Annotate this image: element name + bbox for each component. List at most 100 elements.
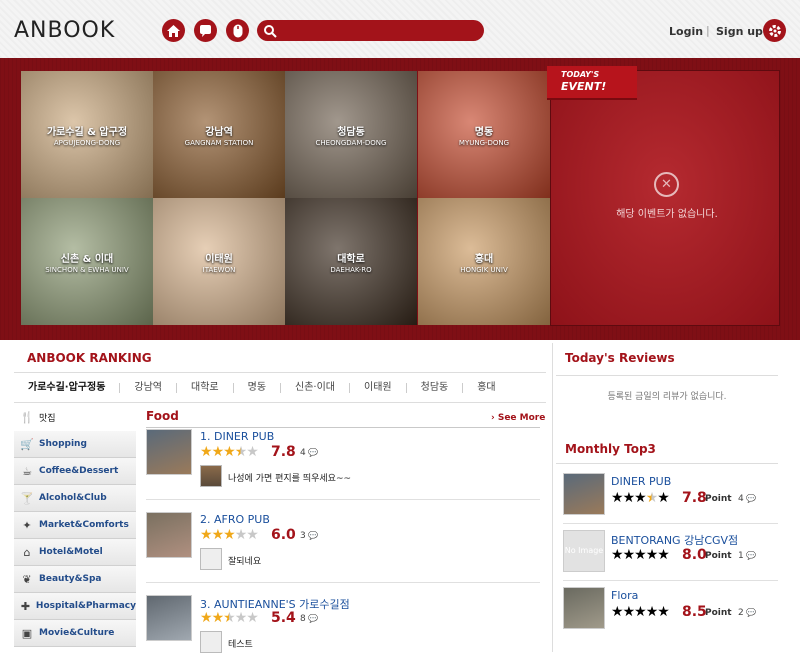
event-ribbon: TODAY'S EVENT! <box>547 66 637 100</box>
category-item[interactable]: ✦ Market&Comforts <box>14 512 136 539</box>
comment-icon: 💬 <box>305 531 319 540</box>
rating-score: 5.4 <box>271 610 296 626</box>
avatar <box>200 548 222 570</box>
category-label: Beauty&Spa <box>39 574 102 584</box>
column-divider <box>552 343 553 652</box>
restaurant-thumbnail[interactable]: No Image <box>563 530 605 572</box>
area-tile[interactable]: 이태원 ITAEWON <box>153 198 285 325</box>
area-name-en: HONGIK UNIV <box>460 265 508 274</box>
category-item[interactable]: ❦ Beauty&Spa <box>14 566 136 593</box>
star-rating: ★★★★★ <box>611 547 670 563</box>
category-label: 맛집 <box>39 414 56 424</box>
area-name: 가로수길 & 압구정 <box>46 126 128 138</box>
divider <box>14 372 546 373</box>
review-count: 4 💬 <box>300 448 318 458</box>
area-name: 강남역 <box>205 126 233 138</box>
point-label: Point <box>705 551 732 561</box>
home-icon[interactable] <box>162 19 185 42</box>
comment-icon: 💬 <box>305 448 319 457</box>
area-tile[interactable]: 청담동 CHEONGDAM-DONG <box>285 71 417 198</box>
avatar <box>200 465 222 487</box>
area-tile[interactable]: 홍대 HONGIK UNIV <box>418 198 550 325</box>
search-icon[interactable] <box>263 23 277 42</box>
comment-icon: 💬 <box>743 608 757 617</box>
comment-icon: 💬 <box>305 614 319 623</box>
see-more-link[interactable]: › See More <box>491 413 545 423</box>
restaurant-thumbnail[interactable] <box>563 587 605 629</box>
restaurant-thumbnail[interactable] <box>563 473 605 515</box>
comment-icon: 💬 <box>743 551 757 560</box>
star-rating: ★★★★★ <box>611 604 670 620</box>
restaurant-name[interactable]: Flora <box>611 589 638 602</box>
area-name: 명동 <box>474 126 494 138</box>
film-icon: ▣ <box>21 626 33 640</box>
restaurant-thumbnail[interactable] <box>146 429 192 475</box>
top3-title: Monthly Top3 <box>565 442 656 456</box>
category-item[interactable]: 🛒 Shopping <box>14 431 136 458</box>
restaurant-thumbnail[interactable] <box>146 512 192 558</box>
divider <box>146 427 540 428</box>
area-name: 대학로 <box>337 253 365 265</box>
restaurant-name[interactable]: 2. AFRO PUB <box>200 513 270 526</box>
area-name-en: DAEHAK-RO <box>330 265 372 274</box>
restaurant-thumbnail[interactable] <box>146 595 192 641</box>
signup-link[interactable]: Sign up <box>716 25 763 38</box>
area-tab[interactable]: 신촌·이대 <box>281 383 351 393</box>
star-rating: ★★★★★ <box>200 444 259 460</box>
divider <box>14 402 546 403</box>
person-icon: ✦ <box>22 518 32 532</box>
category-item[interactable]: 🍸 Alcohol&Club <box>14 485 136 512</box>
review-comment: 테스트 <box>228 640 253 650</box>
no-reviews-message: 등록된 금일의 리뷰가 없습니다. <box>607 392 727 402</box>
review-count: 8 💬 <box>300 614 318 624</box>
area-tile[interactable]: 대학로 DAEHAK-RO <box>285 198 417 325</box>
category-item[interactable]: ⌂ Hotel&Motel <box>14 539 136 566</box>
search-input[interactable] <box>257 20 484 41</box>
area-name: 신촌 & 이대 <box>60 253 114 265</box>
category-label: Hotel&Motel <box>39 547 103 557</box>
category-item[interactable]: ▣ Movie&Culture <box>14 620 136 647</box>
cart-icon: 🛒 <box>20 437 34 451</box>
login-link[interactable]: Login <box>669 25 703 38</box>
house-icon: ⌂ <box>23 545 31 559</box>
event-ribbon-top: TODAY'S <box>561 70 600 79</box>
chat-icon[interactable] <box>194 19 217 42</box>
area-tile[interactable]: 명동 MYUNG-DONG <box>418 71 550 198</box>
restaurant-name[interactable]: DINER PUB <box>611 475 671 488</box>
rating-score: 8.5 <box>682 604 707 620</box>
event-message: 해당 이벤트가 없습니다. <box>616 209 718 220</box>
category-item[interactable]: ✚ Hospital&Pharmacy <box>14 593 136 620</box>
category-item[interactable]: ☕ Coffee&Dessert <box>14 458 136 485</box>
restaurant-name[interactable]: 1. DINER PUB <box>200 430 274 443</box>
divider <box>563 523 778 524</box>
wine-glass-icon: 🍸 <box>20 491 34 505</box>
mouse-icon[interactable] <box>226 19 249 42</box>
area-tab[interactable]: 이태원 <box>350 383 407 393</box>
area-tab[interactable]: 청담동 <box>407 383 464 393</box>
divider <box>146 499 540 500</box>
area-name-en: APGUJEONG-DONG <box>53 138 121 147</box>
review-count: 4 💬 <box>738 494 756 504</box>
divider <box>556 463 778 464</box>
category-label: Market&Comforts <box>39 520 129 530</box>
site-logo[interactable]: ANBOOK <box>14 18 115 43</box>
close-icon: ✕ <box>654 172 679 197</box>
medical-icon: ✚ <box>20 599 31 613</box>
area-tile[interactable]: 가로수길 & 압구정 APGUJEONG-DONG <box>21 71 153 198</box>
area-name-en: CHEONGDAM-DONG <box>315 138 387 147</box>
restaurant-name[interactable]: BENTORANG 강남CGV점 <box>611 532 738 548</box>
area-tab[interactable]: 명동 <box>234 383 282 393</box>
review-count: 3 💬 <box>300 531 318 541</box>
area-tile[interactable]: 강남역 GANGNAM STATION <box>153 71 285 198</box>
area-name-en: ITAEWON <box>202 265 236 274</box>
area-tab[interactable]: 강남역 <box>120 383 178 393</box>
gear-icon[interactable] <box>763 19 786 42</box>
area-tab[interactable]: 홍대 <box>463 383 509 393</box>
area-tab[interactable]: 대학로 <box>177 383 234 393</box>
category-item[interactable]: 🍴 맛집 <box>14 404 136 431</box>
area-tab[interactable]: 가로수길·압구정동 <box>14 383 121 393</box>
point-label: Point <box>705 608 732 618</box>
category-label: Hospital&Pharmacy <box>35 601 136 611</box>
area-tile[interactable]: 신촌 & 이대 SINCHON & EWHA UNIV <box>21 198 153 325</box>
area-name-en: GANGNAM STATION <box>184 138 254 147</box>
